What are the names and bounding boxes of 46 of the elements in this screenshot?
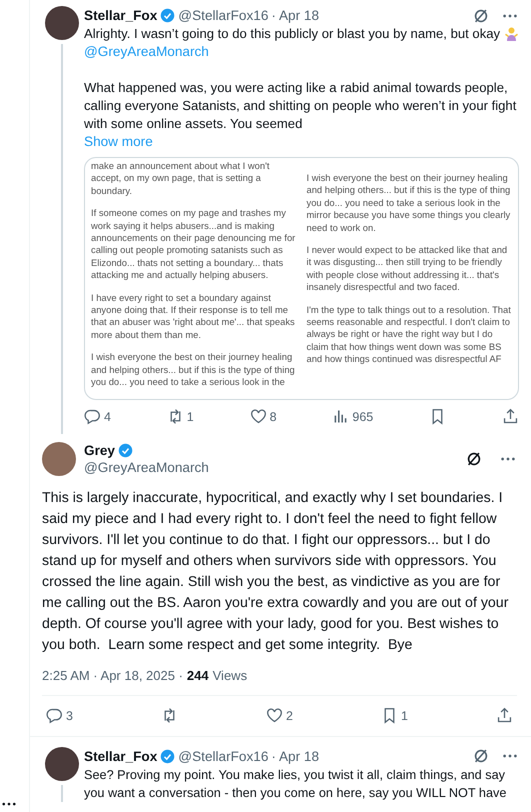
post-text: Alrighty. I wasn’t going to do this publicly or blast you by name, but okay [84,25,519,43]
slashed-circle-icon[interactable] [465,450,483,468]
post-text: This is largely inaccurate, hypocritical, and exactly why I set boundaries. I said my piece and I had every right to. I don't feel the need to fight fellow survivors. I'll let you continue to do that. I fight our oppressors... but I do stand up for myself and others when survivors side with oppressors. You crossed the line again. Still wish you the best, as vindictive as you are for me calling out the BS. Aaron you're extra cowardly and you are out of your depth. Of course you'll agree with your lady, good for you. Best wishes to you both. Learn some respect and get some integrity. Bye [42,488,510,654]
post-text: What happened was, you were acting like a rabid animal towards people, calling everyone Satanists, and shitting on people who weren’t in your fight with some online assets. You seemed [84,79,518,133]
avatar[interactable] [42,442,76,476]
screenshot-paragraph: I'm the type to talk things out to a resolution. That seems reasonable and respectful. I don't claim to always be right or have the right way but I do claim that how things went down was some BS and how things continued was disrespectful AF [306,304,512,366]
author-handle[interactable]: @StellarFox16 [178,8,268,23]
heart-icon[interactable] [266,707,284,724]
action-count: 2 [286,708,293,722]
share-icon[interactable] [502,408,519,425]
post-date[interactable]: · Apr 18 [271,748,320,764]
screenshot-paragraph: I wish everyone the best on their journey healing and helping others... but if this is the type of thing you do... you need to take a serious look in the [91,351,296,388]
author-handle[interactable]: @GreyAreaMonarch [84,460,209,474]
author-name[interactable]: Grey [84,442,115,458]
share-icon[interactable] [496,707,513,724]
action-count: 1 [401,708,408,722]
action-count: 3 [66,708,73,722]
author-name[interactable]: Stellar_Fox [84,8,158,23]
slashed-circle-icon[interactable] [472,6,490,24]
action-count: 4 [104,410,111,424]
action-count: 8 [270,410,277,424]
text-screenshot[interactable] [84,157,519,400]
reply-icon[interactable] [46,707,63,724]
heart-icon[interactable] [250,408,267,425]
screenshot-paragraph: If someone comes on my page and trashes my work saying it helps abusers...and is making announcements on their page denouncing me for calling out people promoting satanists such as Elizondo... thats not setting a boundary... thats attacking me and actually helping abusers. [91,207,296,282]
screenshot-paragraph: I never would expect to be attacked like that and it was disgusting... then still trying to be friendly with people close without addressing it... that's insanely disrespectful and two faced. [306,244,508,294]
views-label: Views [212,668,248,682]
thread-line [61,784,63,802]
screenshot-paragraph: I have every right to set a boundary against anyone doing that. If their response is to tell me that an abuser was 'right about me'... that speaks more about them than me. [91,292,296,342]
post-timestamp[interactable]: 2:25 AM · Apr 18, 2025 · [42,668,183,682]
author-handle[interactable]: @StellarFox16 [178,748,268,764]
views-count: 244 [186,668,209,682]
post-date[interactable]: · Apr 18 [271,8,320,23]
views-icon[interactable] [332,408,350,425]
slashed-circle-icon[interactable] [472,747,490,765]
shrugging-person-icon [504,26,519,41]
more-icon[interactable] [2,802,16,806]
action-count: 965 [352,410,374,424]
action-count: 1 [186,410,194,424]
reply-icon[interactable] [84,408,101,425]
author-name[interactable]: Stellar_Fox [84,748,158,764]
post-text: See? Proving my point. You make lies, you twist it all, claim things, and say you want a conversation - then you come on here, say you WILL NOT have [84,766,508,802]
avatar[interactable] [45,746,79,780]
screenshot-paragraph: make an announcement about what I won't accept, on my own page, that is setting a boundary. [91,160,270,198]
screenshot-paragraph: I wish everyone the best on their journey healing and helping others... but if this is the type of thing you do... you need to take a serious look in the mirror because you have some things you clearly need to work on. [306,172,512,234]
avatar[interactable] [45,6,79,40]
